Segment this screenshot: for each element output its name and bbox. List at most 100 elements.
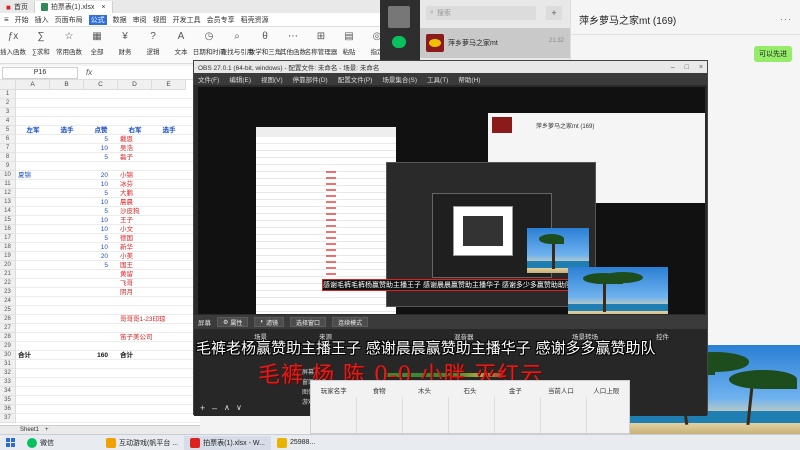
row-header[interactable]: 25 [0,306,16,315]
column-header[interactable]: D [118,80,152,90]
table-cell[interactable]: 5 [86,234,108,243]
maximize-icon[interactable]: □ [685,64,689,71]
chat-icon[interactable] [392,36,406,48]
start-button[interactable] [0,436,21,450]
row-header[interactable]: 7 [0,144,16,153]
obs-menu-edit[interactable]: 编辑(E) [229,74,251,84]
menu-item-review[interactable]: 审阅 [133,15,147,25]
taskbar-item-wechat[interactable]: 微信 [21,436,60,450]
menu-item-resources[interactable]: 稻壳资源 [241,15,269,25]
close-icon[interactable]: × [101,4,105,11]
table-cell[interactable]: 小锦 [120,171,200,180]
table-cell[interactable]: 右军 [118,126,152,135]
table-cell[interactable]: 戴恩 [120,135,200,144]
select-all-corner[interactable] [0,80,16,90]
table-cell[interactable]: 160 [86,351,108,360]
financial-button[interactable]: ¥ 财务 [114,31,136,56]
table-cell[interactable]: 10 [86,144,108,153]
close-icon[interactable]: × [699,64,703,71]
obs-menu-tools[interactable]: 工具(T) [427,74,448,84]
row-header[interactable]: 5 [0,126,16,135]
obs-menu-help[interactable]: 帮助(H) [458,74,480,84]
obs-menu-scenes[interactable]: 场景集合(S) [382,74,417,84]
tab-home[interactable]: ■ 首页 [0,1,35,13]
common-functions-button[interactable]: ☆ 常用函数 [56,31,82,56]
table-cell[interactable]: 10 [86,198,108,207]
move-up-icon[interactable]: ∧ [224,403,230,412]
table-cell[interactable]: 10 [86,180,108,189]
row-header[interactable]: 23 [0,288,16,297]
table-cell[interactable]: 德国 [120,234,200,243]
chat-avatar[interactable] [388,6,410,28]
row-header[interactable]: 35 [0,396,16,405]
row-header[interactable]: 1 [0,90,16,99]
row-header[interactable]: 14 [0,207,16,216]
table-cell[interactable]: 王子 [120,216,200,225]
menu-item-formulas[interactable]: 公式 [88,14,107,25]
menu-item-layout[interactable]: 页面布局 [55,15,83,25]
taskbar-item-spreadsheet[interactable]: 拍票表(1).xlsx - W... [184,435,271,450]
sheet-tab-1[interactable]: Sheet1 [20,427,39,433]
table-cell[interactable]: 磊子 [120,153,200,162]
row-header[interactable]: 9 [0,162,16,171]
obs-menu-view[interactable]: 视图(V) [261,74,283,84]
row-header[interactable]: 22 [0,279,16,288]
obs-menu-profile[interactable]: 配置文件(P) [338,74,373,84]
table-cell[interactable]: 飞哥 [120,279,200,288]
table-cell[interactable]: 20 [86,252,108,261]
table-cell[interactable]: 吴浩 [120,144,200,153]
table-cell[interactable]: 选手 [50,126,84,135]
name-manager-button[interactable]: ⊞ 名称管理器 [305,31,338,56]
table-cell[interactable]: 小美 [120,252,200,261]
menu-item-data[interactable]: 数据 [113,15,127,25]
obs-menu-file[interactable]: 文件(F) [198,74,219,84]
table-cell[interactable]: 10 [86,243,108,252]
table-cell[interactable]: 5 [86,207,108,216]
row-header[interactable]: 33 [0,378,16,387]
row-header[interactable]: 13 [0,198,16,207]
column-header[interactable]: A [16,80,50,90]
row-header[interactable]: 11 [0,180,16,189]
column-header[interactable]: C [84,80,118,90]
table-cell[interactable]: 点赞 [84,126,118,135]
add-chat-button[interactable]: + [546,6,562,20]
table-cell[interactable]: 5 [86,189,108,198]
taskbar-item-app[interactable]: 25988... [271,436,321,450]
table-cell[interactable]: 选手 [152,126,186,135]
row-header[interactable]: 34 [0,387,16,396]
row-header[interactable]: 6 [0,135,16,144]
table-cell[interactable]: 合计 [18,351,49,360]
paste-button[interactable]: ▤ 粘贴 [338,31,360,56]
row-header[interactable]: 24 [0,297,16,306]
obs-menu-docks[interactable]: 停靠部件(D) [293,74,328,84]
column-header[interactable]: B [50,80,84,90]
table-cell[interactable]: 5 [86,153,108,162]
table-cell[interactable]: 5 [86,135,108,144]
table-cell[interactable]: 晨晨 [120,198,200,207]
chat-search-input[interactable]: ⌕ 搜索 [426,6,536,20]
column-header[interactable]: E [152,80,186,90]
mode-button[interactable]: 连续模式 [332,317,369,327]
chat-list-item[interactable]: 萍乡萝马之家mt 21:32 [420,28,570,58]
all-functions-button[interactable]: ▦ 全部 [86,31,108,56]
math-button[interactable]: θ 数学和三角 [249,31,282,56]
properties-button[interactable]: ⚙ 属性 [217,317,249,327]
cell-reference-box[interactable]: P16 [2,66,78,79]
menu-item-member[interactable]: 会员专享 [207,15,235,25]
fx-label[interactable]: fx [86,68,92,77]
table-cell[interactable]: 左军 [16,126,50,135]
table-cell[interactable]: 哥哥哥1-23印琼 [120,315,200,324]
table-cell[interactable]: 黄留 [120,270,200,279]
row-header[interactable]: 32 [0,369,16,378]
table-cell[interactable]: 10 [86,216,108,225]
datetime-button[interactable]: ◷ 日期和时间 [193,31,226,56]
row-header[interactable]: 17 [0,234,16,243]
row-header[interactable]: 2 [0,99,16,108]
table-cell[interactable]: 10 [86,225,108,234]
table-cell[interactable]: 小文 [120,225,200,234]
remove-icon[interactable]: – [212,403,217,413]
row-header[interactable]: 18 [0,243,16,252]
menu-item-developer[interactable]: 开发工具 [173,15,201,25]
row-header[interactable]: 12 [0,189,16,198]
lookup-button[interactable]: ⌕ 查找与引用 [221,31,254,56]
